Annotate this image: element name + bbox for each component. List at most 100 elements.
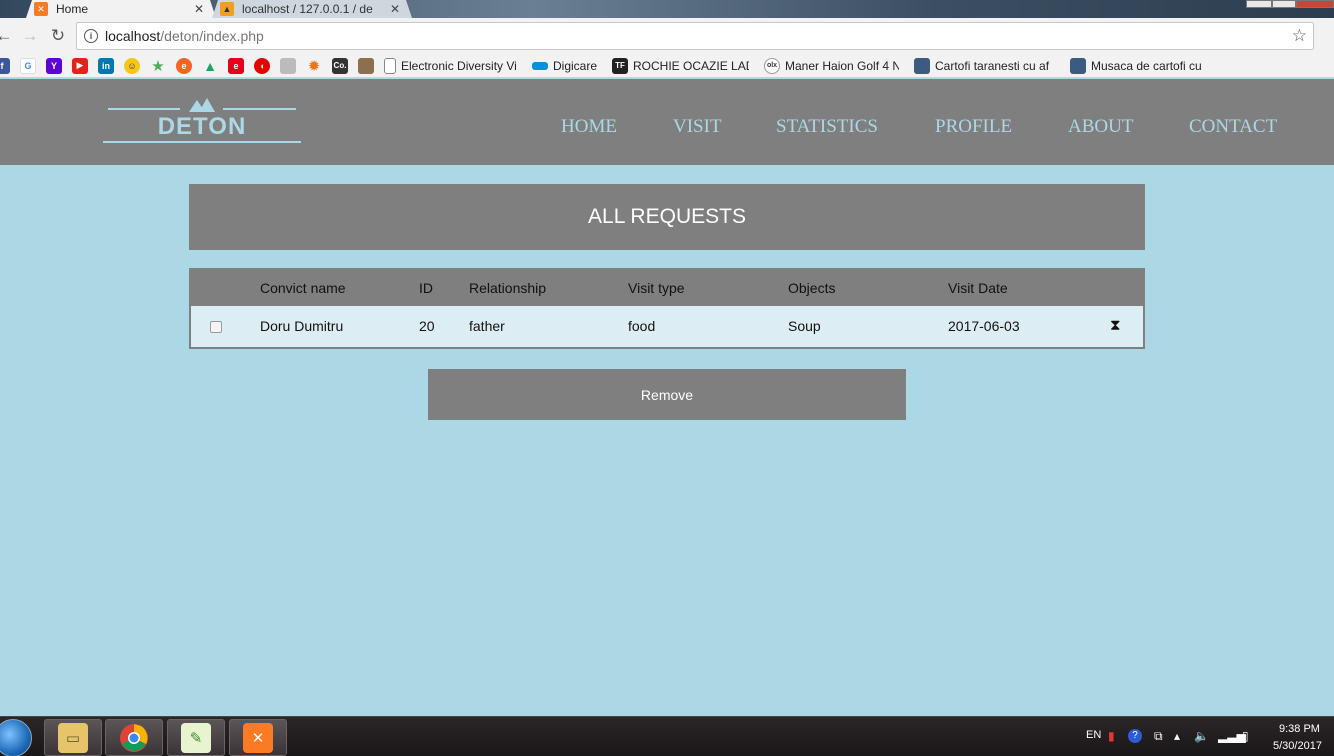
row-checkbox[interactable] <box>210 321 222 333</box>
orange-circle-icon[interactable]: e <box>176 57 192 74</box>
tf-icon: TF <box>612 57 629 74</box>
taskbar-file-explorer[interactable]: ▭ <box>44 719 102 756</box>
logo-line <box>108 108 180 110</box>
grid-icon[interactable] <box>280 57 296 74</box>
requests-table: Convict name ID Relationship Visit type … <box>189 268 1145 349</box>
logo-line <box>223 108 296 110</box>
table-header: Convict name ID Relationship Visit type … <box>191 270 1143 306</box>
url-text[interactable]: localhost/deton/index.php <box>105 28 264 44</box>
bookmark-item[interactable]: Electronic Diversity Vi <box>379 57 517 74</box>
column-header: ID <box>419 280 433 296</box>
co-icon[interactable]: Co. <box>332 57 348 74</box>
table-row: Doru Dumitru 20 father food Soup 2017-06… <box>191 306 1143 347</box>
column-header: Visit type <box>628 280 685 296</box>
windows-taskbar: ▭ ✎ ✕ EN ▮ ? ⧉ ▴ 🔈 ▂▃▅ ▯ 9:38 PM 5/30/20… <box>0 716 1334 756</box>
remove-button[interactable]: Remove <box>428 369 906 420</box>
cell-convict-name: Doru Dumitru <box>260 318 344 334</box>
clock-time[interactable]: 9:38 PM <box>1279 723 1320 735</box>
column-header: Relationship <box>469 280 547 296</box>
recipe-icon <box>914 57 931 74</box>
vodafone-icon[interactable]: ◖ <box>254 57 270 74</box>
close-icon[interactable]: ✕ <box>388 2 402 16</box>
show-hidden-icons[interactable]: ▴ <box>1174 729 1180 743</box>
cell-visit-type: food <box>628 318 656 334</box>
yahoo-icon[interactable]: Y <box>46 57 62 74</box>
xampp-icon: ✕ <box>243 722 273 753</box>
emoji-icon[interactable]: ☺ <box>124 57 140 74</box>
column-header: Visit Date <box>948 280 1008 296</box>
minimize-button[interactable] <box>1246 0 1272 8</box>
nav-about[interactable]: ABOUT <box>1068 116 1133 138</box>
taskbar-chrome[interactable] <box>105 719 163 756</box>
nav-statistics[interactable]: STATISTICS <box>776 116 878 138</box>
google-icon[interactable]: G <box>20 57 36 74</box>
bookmark-item[interactable]: Musaca de cartofi cu c <box>1065 57 1201 74</box>
reload-icon[interactable]: ↻ <box>48 26 68 46</box>
cell-relationship: father <box>469 318 505 334</box>
photo-icon[interactable] <box>358 57 374 74</box>
browser-tabstrip: ✕ Home ✕ ▲ localhost / 127.0.0.1 / de ✕ <box>0 0 1334 18</box>
youtube-icon[interactable]: ▶ <box>72 57 88 74</box>
page-title: ALL REQUESTS <box>189 184 1145 250</box>
bookmark-item[interactable]: olx Maner Haion Golf 4 N <box>759 57 899 74</box>
forward-arrow-icon[interactable]: → <box>20 26 40 46</box>
column-header: Objects <box>788 280 836 296</box>
logo-text: DETON <box>157 113 247 140</box>
tab-title: Home <box>56 2 89 16</box>
cell-objects: Soup <box>788 318 821 334</box>
volume-icon[interactable]: 🔈 <box>1194 729 1209 743</box>
column-header: Convict name <box>260 280 346 296</box>
browser-toolbar: ← → ↻ i localhost/deton/index.php ☆ ⋮ <box>0 18 1334 54</box>
sun-icon[interactable]: ✹ <box>306 57 322 75</box>
taskbar-xampp[interactable]: ✕ <box>229 719 287 756</box>
language-indicator[interactable]: EN <box>1086 729 1101 741</box>
page-icon <box>384 57 396 74</box>
bookmark-item[interactable]: Cartofi taranesti cu af <box>909 57 1055 74</box>
clock-date[interactable]: 5/30/2017 <box>1273 740 1322 752</box>
bookmark-star-icon[interactable]: ☆ <box>1292 26 1307 46</box>
cell-visit-date: 2017-06-03 <box>948 318 1020 334</box>
google-drive-icon[interactable]: ▲ <box>202 57 218 74</box>
taskbar-notepad-plus-plus[interactable]: ✎ <box>167 719 225 756</box>
tab-home[interactable]: ✕ Home ✕ <box>26 0 216 18</box>
windows-icon[interactable]: ⧉ <box>1154 729 1163 744</box>
deton-logo[interactable]: DETON <box>103 96 301 146</box>
file-explorer-icon: ▭ <box>58 722 88 753</box>
facebook-icon[interactable]: f <box>0 57 10 74</box>
maximize-button[interactable] <box>1272 0 1296 8</box>
address-bar[interactable]: i localhost/deton/index.php ☆ <box>76 22 1314 50</box>
bookmark-item[interactable]: TF ROCHIE OCAZIE LADY <box>607 57 749 74</box>
browser-menu-icon[interactable]: ⋮ <box>1326 26 1334 47</box>
star-bookmark-icon[interactable]: ★ <box>150 57 166 75</box>
close-window-button[interactable] <box>1296 0 1334 8</box>
site-header: DETON HOME VISIT STATISTICS PROFILE ABOU… <box>0 79 1334 165</box>
nav-home[interactable]: HOME <box>561 116 617 138</box>
bookmark-item[interactable]: Digicare <box>527 59 597 73</box>
power-icon[interactable]: ▯ <box>1242 729 1249 743</box>
phpmyadmin-icon: ▲ <box>220 2 234 16</box>
nav-visit[interactable]: VISIT <box>673 116 722 138</box>
start-button[interactable] <box>0 719 32 756</box>
emag-icon[interactable]: e <box>228 57 244 74</box>
olx-icon: olx <box>764 57 781 74</box>
info-icon[interactable]: i <box>84 29 98 43</box>
bookmarks-bar: f G Y ▶ in ☺ ★ e ▲ e ◖ ✹ Co. Electronic … <box>0 54 1334 78</box>
mountain-icon <box>189 98 215 112</box>
cell-id: 20 <box>419 318 435 334</box>
logo-line <box>103 141 301 143</box>
tab-title: localhost / 127.0.0.1 / de <box>242 2 373 16</box>
xampp-icon: ✕ <box>34 2 48 16</box>
nav-contact[interactable]: CONTACT <box>1189 116 1277 138</box>
chrome-icon <box>120 723 148 752</box>
linkedin-icon[interactable]: in <box>98 57 114 74</box>
notepad-plus-plus-icon: ✎ <box>181 722 211 753</box>
recipe-icon <box>1070 57 1087 74</box>
nav-profile[interactable]: PROFILE <box>935 116 1012 138</box>
tab-phpmyadmin[interactable]: ▲ localhost / 127.0.0.1 / de ✕ <box>212 0 412 18</box>
close-icon[interactable]: ✕ <box>192 2 206 16</box>
back-arrow-icon[interactable]: ← <box>0 26 14 46</box>
help-icon[interactable]: ? <box>1128 729 1142 743</box>
pdf-icon[interactable]: ▮ <box>1108 729 1115 743</box>
digicare-icon <box>532 61 548 70</box>
hourglass-icon: ⧗ <box>1110 317 1121 334</box>
